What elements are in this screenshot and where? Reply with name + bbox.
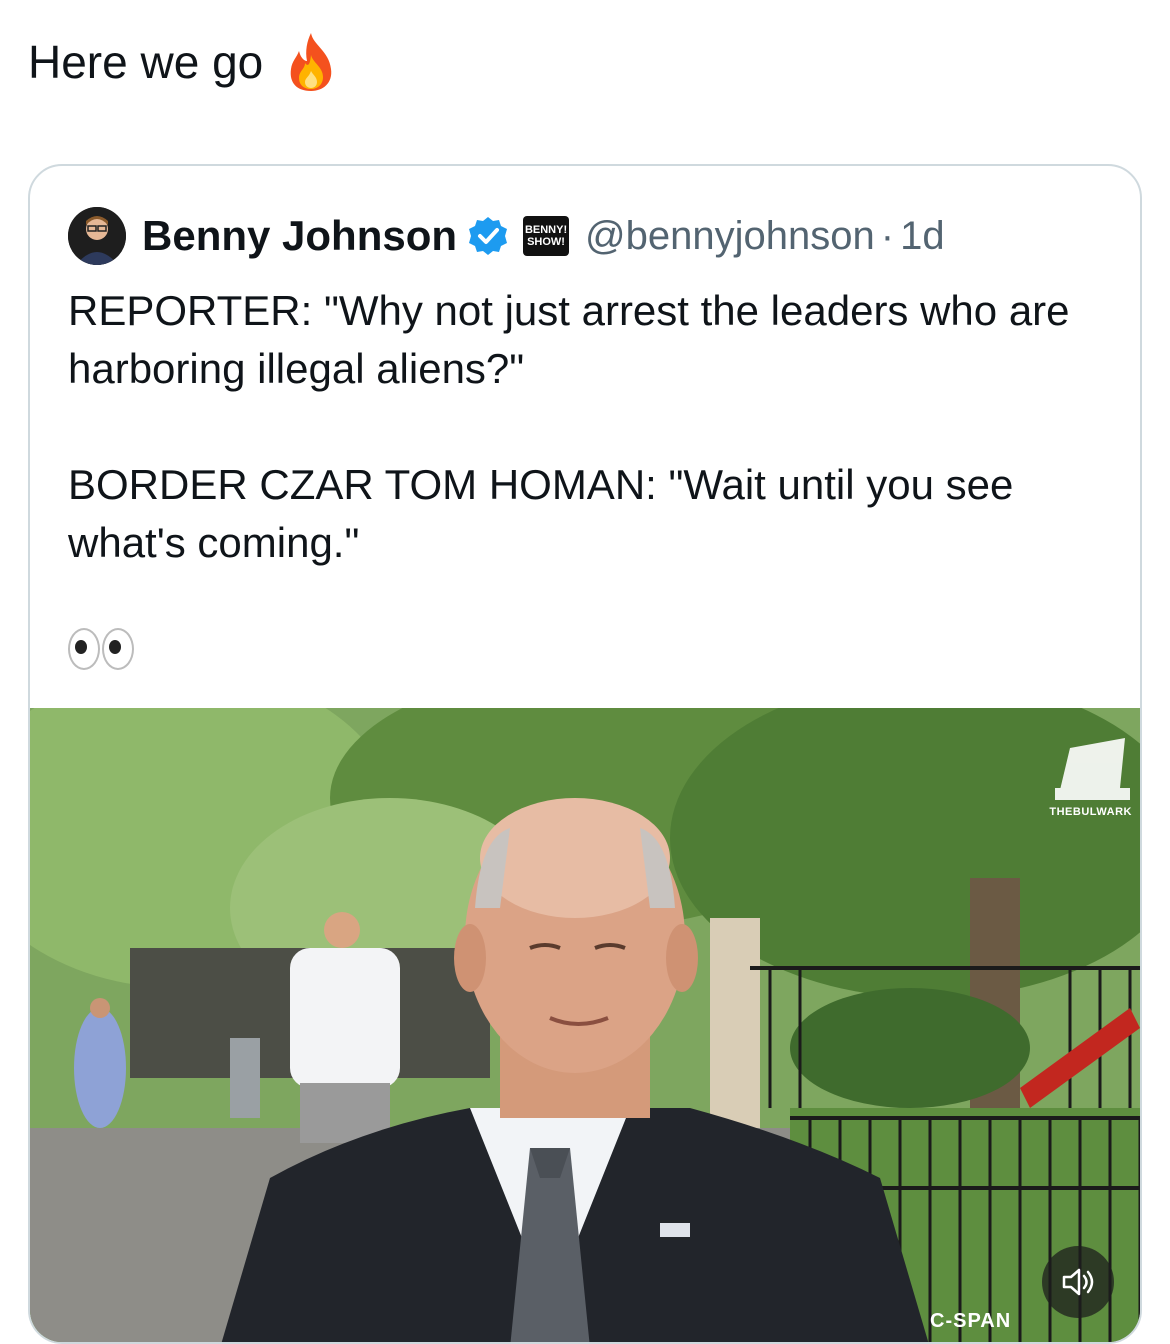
verified-badge-icon bbox=[467, 215, 509, 257]
video-player[interactable]: THEBULWARK C-SPAN bbox=[30, 708, 1140, 1342]
eye-left bbox=[68, 628, 100, 670]
video-frame bbox=[30, 708, 1140, 1342]
timestamp[interactable]: 1d bbox=[900, 214, 945, 259]
quoted-tweet-card[interactable]: Benny Johnson BENNY! SHOW! @bennyjohnson… bbox=[28, 164, 1142, 1344]
eyes-icon bbox=[68, 628, 134, 670]
mute-button[interactable] bbox=[1042, 1246, 1114, 1318]
author-handle[interactable]: @bennyjohnson bbox=[585, 214, 875, 259]
avatar[interactable] bbox=[68, 207, 126, 265]
separator-dot: · bbox=[880, 213, 895, 258]
quoted-tweet-header: Benny Johnson BENNY! SHOW! @bennyjohnson… bbox=[68, 206, 945, 266]
speaker-icon bbox=[1062, 1268, 1094, 1296]
post-text-label: Here we go bbox=[28, 36, 264, 88]
author-name[interactable]: Benny Johnson bbox=[142, 212, 457, 260]
eye-right bbox=[102, 628, 134, 670]
quoted-tweet-body: REPORTER: "Why not just arrest the leade… bbox=[68, 287, 1070, 566]
post-text: Here we go bbox=[28, 30, 339, 94]
watermark-logo: THEBULWARK bbox=[1049, 806, 1132, 818]
fire-icon bbox=[283, 31, 339, 93]
affiliation-badge[interactable]: BENNY! SHOW! bbox=[523, 216, 570, 256]
